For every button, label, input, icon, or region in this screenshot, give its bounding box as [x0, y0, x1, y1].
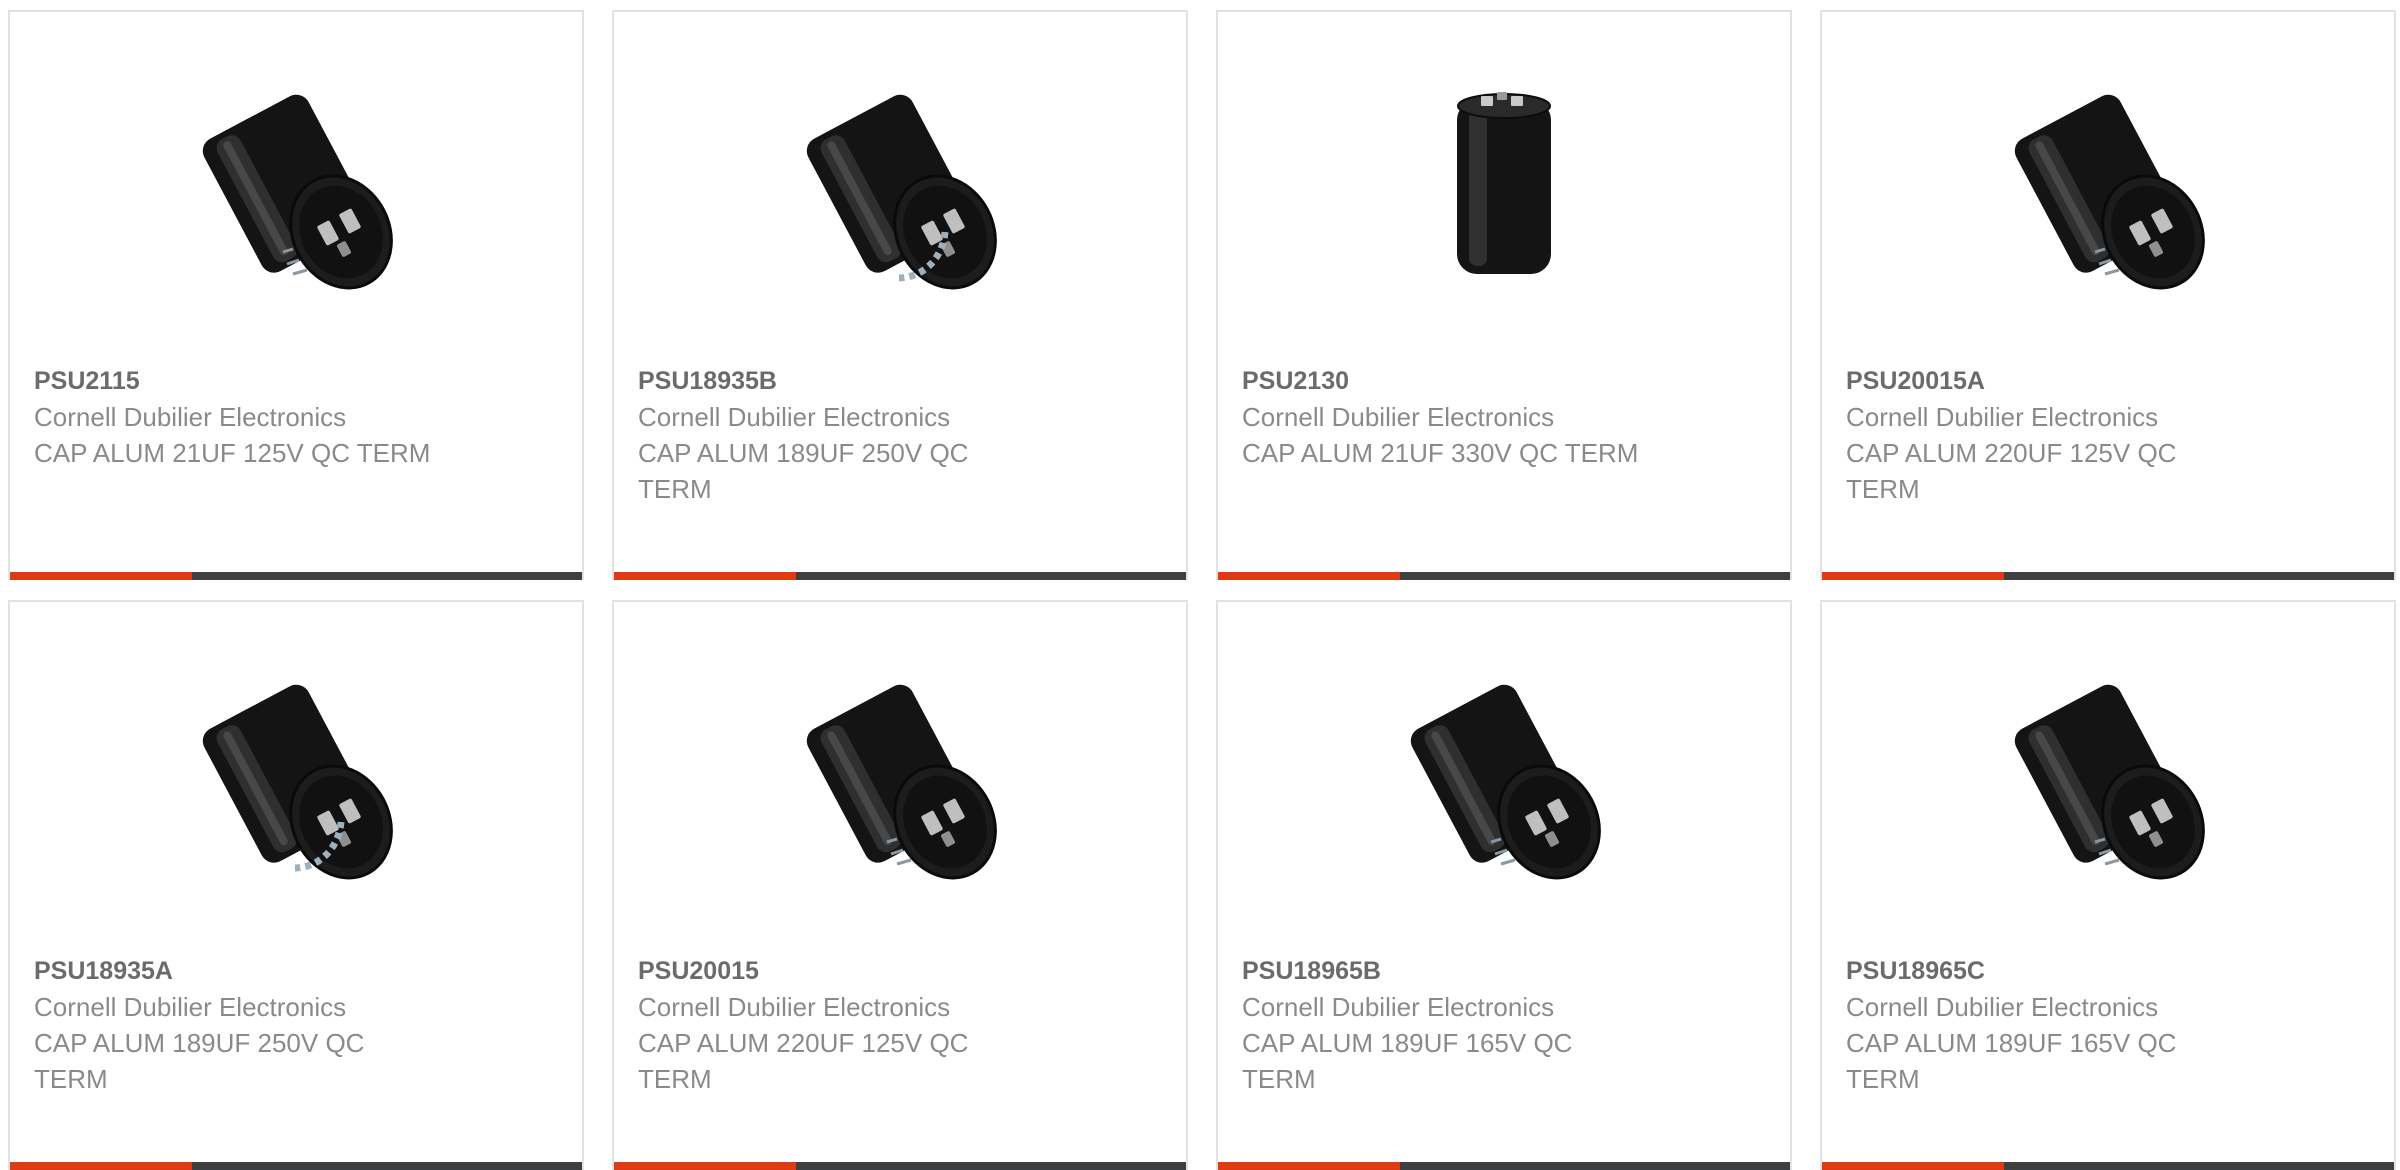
dark-segment	[796, 1162, 1186, 1170]
product-description: CAP ALUM 21UF 330V QC TERM	[1242, 438, 1639, 468]
product-description: CAP ALUM 220UF 125V QC TERM	[1846, 438, 2177, 504]
accent-segment	[1218, 1162, 1400, 1170]
capacitor-tilted-icon	[2003, 82, 2213, 292]
part-number[interactable]: PSU18935A	[34, 953, 558, 989]
accent-segment	[614, 572, 796, 580]
product-info: PSU20015 Cornell Dubilier Electronics CAP …	[638, 953, 1162, 1097]
product-description: CAP ALUM 189UF 250V QC TERM	[34, 1028, 365, 1094]
accent-segment	[1822, 1162, 2004, 1170]
product-info: PSU2115 Cornell Dubilier Electronics CAP A…	[34, 363, 558, 471]
product-image[interactable]	[614, 82, 1186, 292]
product-image[interactable]	[1822, 672, 2394, 882]
product-card[interactable]: PSU18965B Cornell Dubilier Electronics CAP…	[1216, 600, 1792, 1170]
product-description: CAP ALUM 220UF 125V QC TERM	[638, 1028, 969, 1094]
product-image[interactable]	[1218, 82, 1790, 292]
accent-segment	[10, 1162, 192, 1170]
accent-segment	[1822, 572, 2004, 580]
part-number[interactable]: PSU20015A	[1846, 363, 2370, 399]
capacitor-tilted-ring-icon	[191, 672, 401, 882]
card-accent-bar	[1218, 1162, 1790, 1170]
product-description: CAP ALUM 189UF 165V QC TERM	[1846, 1028, 2177, 1094]
product-card[interactable]: PSU2115 Cornell Dubilier Electronics CAP A…	[8, 10, 584, 580]
manufacturer-name: Cornell Dubilier Electronics	[1846, 402, 2159, 432]
card-accent-bar	[614, 1162, 1186, 1170]
product-image[interactable]	[1218, 672, 1790, 882]
dark-segment	[1400, 572, 1790, 580]
product-info: PSU2130 Cornell Dubilier Electronics CAP A…	[1242, 363, 1766, 471]
part-number[interactable]: PSU2130	[1242, 363, 1766, 399]
product-description: CAP ALUM 189UF 250V QC TERM	[638, 438, 969, 504]
manufacturer-name: Cornell Dubilier Electronics	[34, 402, 347, 432]
card-accent-bar	[1822, 1162, 2394, 1170]
capacitor-tilted-icon	[2003, 672, 2213, 882]
dark-segment	[2004, 1162, 2394, 1170]
capacitor-tilted-icon	[191, 82, 401, 292]
part-number[interactable]: PSU18935B	[638, 363, 1162, 399]
manufacturer-name: Cornell Dubilier Electronics	[638, 992, 951, 1022]
accent-segment	[1218, 572, 1400, 580]
part-number[interactable]: PSU18965B	[1242, 953, 1766, 989]
accent-segment	[614, 1162, 796, 1170]
dark-segment	[192, 572, 582, 580]
card-accent-bar	[1822, 572, 2394, 580]
manufacturer-name: Cornell Dubilier Electronics	[638, 402, 951, 432]
product-info: PSU18965C Cornell Dubilier Electronics CAP…	[1846, 953, 2370, 1097]
capacitor-tilted-ring-icon	[795, 82, 1005, 292]
product-grid: PSU2115 Cornell Dubilier Electronics CAP A…	[0, 0, 2400, 1170]
product-card[interactable]: PSU2130 Cornell Dubilier Electronics CAP A…	[1216, 10, 1792, 580]
product-description: CAP ALUM 21UF 125V QC TERM	[34, 438, 431, 468]
capacitor-upright-icon	[1399, 82, 1609, 292]
manufacturer-name: Cornell Dubilier Electronics	[1846, 992, 2159, 1022]
part-number[interactable]: PSU18965C	[1846, 953, 2370, 989]
manufacturer-name: Cornell Dubilier Electronics	[1242, 992, 1555, 1022]
card-accent-bar	[614, 572, 1186, 580]
product-description: CAP ALUM 189UF 165V QC TERM	[1242, 1028, 1573, 1094]
product-image[interactable]	[614, 672, 1186, 882]
product-card[interactable]: PSU18935A Cornell Dubilier Electronics CAP…	[8, 600, 584, 1170]
card-accent-bar	[10, 1162, 582, 1170]
product-image[interactable]	[1822, 82, 2394, 292]
part-number[interactable]: PSU20015	[638, 953, 1162, 989]
card-accent-bar	[1218, 572, 1790, 580]
product-info: PSU18965B Cornell Dubilier Electronics CAP…	[1242, 953, 1766, 1097]
product-info: PSU18935B Cornell Dubilier Electronics CAP…	[638, 363, 1162, 507]
product-info: PSU20015A Cornell Dubilier Electronics CAP…	[1846, 363, 2370, 507]
product-card[interactable]: PSU18965C Cornell Dubilier Electronics CAP…	[1820, 600, 2396, 1170]
product-info: PSU18935A Cornell Dubilier Electronics CAP…	[34, 953, 558, 1097]
capacitor-tilted-icon	[795, 672, 1005, 882]
manufacturer-name: Cornell Dubilier Electronics	[1242, 402, 1555, 432]
product-image[interactable]	[10, 82, 582, 292]
product-image[interactable]	[10, 672, 582, 882]
card-accent-bar	[10, 572, 582, 580]
dark-segment	[796, 572, 1186, 580]
dark-segment	[1400, 1162, 1790, 1170]
capacitor-tilted-icon	[1399, 672, 1609, 882]
part-number[interactable]: PSU2115	[34, 363, 558, 399]
product-card[interactable]: PSU18935B Cornell Dubilier Electronics CAP…	[612, 10, 1188, 580]
accent-segment	[10, 572, 192, 580]
dark-segment	[192, 1162, 582, 1170]
manufacturer-name: Cornell Dubilier Electronics	[34, 992, 347, 1022]
product-card[interactable]: PSU20015A Cornell Dubilier Electronics CAP…	[1820, 10, 2396, 580]
product-card[interactable]: PSU20015 Cornell Dubilier Electronics CAP …	[612, 600, 1188, 1170]
dark-segment	[2004, 572, 2394, 580]
